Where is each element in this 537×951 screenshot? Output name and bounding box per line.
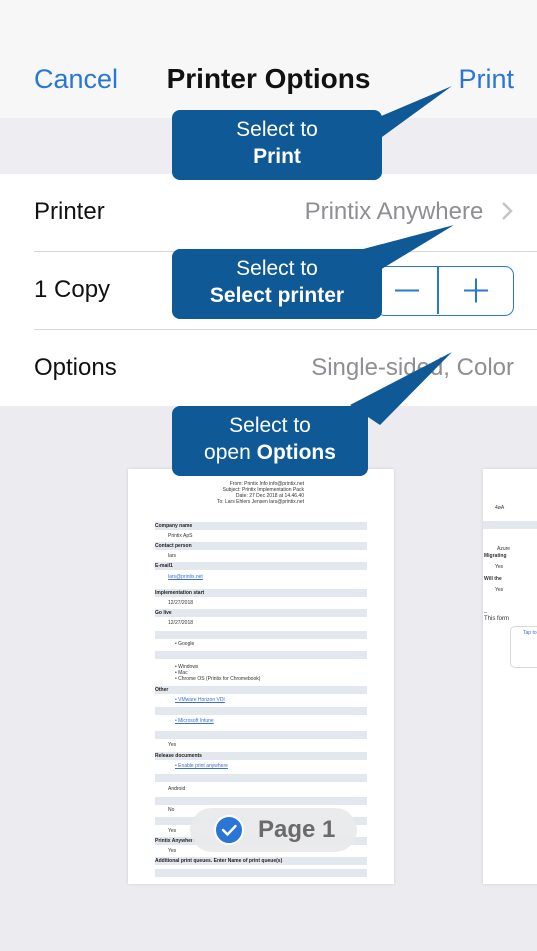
navigation-bar [0, 0, 537, 118]
form-value: 12/27/2018 [168, 600, 194, 606]
form-label: Other [155, 687, 169, 693]
form-label: Printix Anywhere [155, 838, 196, 844]
tooltip-line: Select to [236, 257, 318, 280]
increment-button[interactable] [439, 267, 513, 314]
checkmark-icon[interactable] [214, 815, 244, 845]
tooltip-line: Select to [229, 414, 311, 437]
page2-text: Yes [495, 587, 504, 593]
printer-row[interactable]: Printer Printix Anywhere [0, 174, 537, 252]
bullet-item: • Microsoft Intune [175, 718, 214, 724]
bullet-item: • Enable print anywhere [175, 763, 228, 769]
options-row[interactable]: Options Single-sided, Color [0, 330, 537, 408]
page2-text: Will the [484, 576, 502, 582]
tooltip-print: Select to Print [172, 110, 382, 180]
form-label: Company name [155, 523, 193, 529]
bullet-item: • VMware Horizon VDI [175, 697, 225, 703]
page2-text: Tap to [523, 630, 537, 636]
page2-text: Yes [495, 564, 504, 570]
tooltip-emphasis: Options [256, 441, 336, 464]
page-title: Printer Options [166, 63, 371, 94]
form-label: Implementation start [155, 590, 205, 596]
decrement-button[interactable] [377, 267, 437, 314]
form-value: No [168, 807, 175, 813]
printer-value: Printix Anywhere [305, 198, 514, 226]
options-label: Options [34, 354, 117, 381]
minus-icon [395, 289, 419, 292]
printer-label: Printer [34, 198, 105, 225]
plus-icon [464, 278, 488, 303]
tooltip-select-printer: Select to Select printer [172, 249, 382, 319]
form-value: Android [168, 786, 186, 792]
copies-label: 1 Copy [34, 276, 111, 303]
form-label: Contact person [155, 543, 192, 549]
page-number-label: Page 1 [258, 816, 336, 843]
chevron-right-icon [502, 202, 513, 220]
form-label: E-mail1 [155, 563, 173, 569]
form-value: 12/27/2018 [168, 620, 194, 626]
form-value: lars [168, 553, 177, 559]
bullet-item: • Google [175, 641, 195, 647]
tooltip-line: Select to [236, 118, 318, 141]
preview-page-2[interactable]: 4øA Azure Migrating Yes Will the Yes -- … [483, 469, 537, 884]
print-button[interactable]: Print [458, 64, 514, 95]
form-value: Printix ApS [168, 533, 193, 539]
form-value: Yes [168, 828, 177, 834]
page2-text: This form [484, 616, 510, 622]
page2-text: Azure [497, 546, 511, 552]
page2-text: 4øA [495, 505, 505, 511]
tooltip-options: Select to open Options [172, 406, 368, 476]
tooltip-emphasis: Select printer [209, 284, 345, 307]
form-label: Release documents [155, 753, 202, 759]
form-link: lars@printix.net [168, 574, 203, 580]
tooltip-line: open [204, 441, 257, 464]
tooltip-emphasis: Print [253, 145, 301, 168]
email-header: From: Printix Info info@printix.net Subj… [144, 481, 304, 505]
form-label: Additional print queues. Enter Name of p… [155, 858, 283, 864]
header-to: To: Lars Ehlers Jensen lars@printix.net [216, 499, 304, 505]
page-badge: Page 1 [190, 808, 357, 852]
copies-stepper [376, 266, 514, 316]
printer-name: Printix Anywhere [304, 198, 484, 225]
bullet-item: • Chrome OS (Printix for Chromebook) [175, 676, 261, 682]
form-value: Yes [168, 742, 177, 748]
page2-text: Migrating [484, 553, 507, 559]
form-value: Yes [168, 848, 177, 854]
form-label: Go live [155, 610, 172, 616]
options-value: Single-sided, Color [311, 354, 514, 381]
